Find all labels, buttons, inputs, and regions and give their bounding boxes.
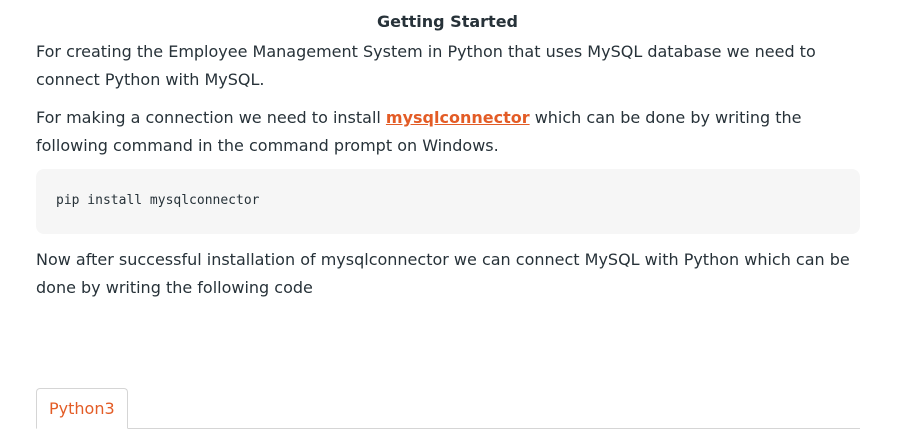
code-tab-bar (36, 428, 860, 429)
install-text-before: For making a connection we need to insta… (36, 108, 386, 127)
tab-python3[interactable]: Python3 (36, 388, 128, 429)
code-block: pip install mysqlconnector (36, 169, 860, 234)
tab-python3-label: Python3 (49, 399, 115, 418)
install-paragraph: For making a connection we need to insta… (36, 104, 866, 160)
connection-paragraph: Now after successful installation of mys… (36, 250, 850, 297)
intro-paragraph: For creating the Employee Management Sys… (36, 42, 816, 89)
section-heading: Getting Started (377, 12, 518, 31)
mysqlconnector-link[interactable]: mysqlconnector (386, 108, 530, 127)
code-line: pip install mysqlconnector (56, 193, 260, 208)
